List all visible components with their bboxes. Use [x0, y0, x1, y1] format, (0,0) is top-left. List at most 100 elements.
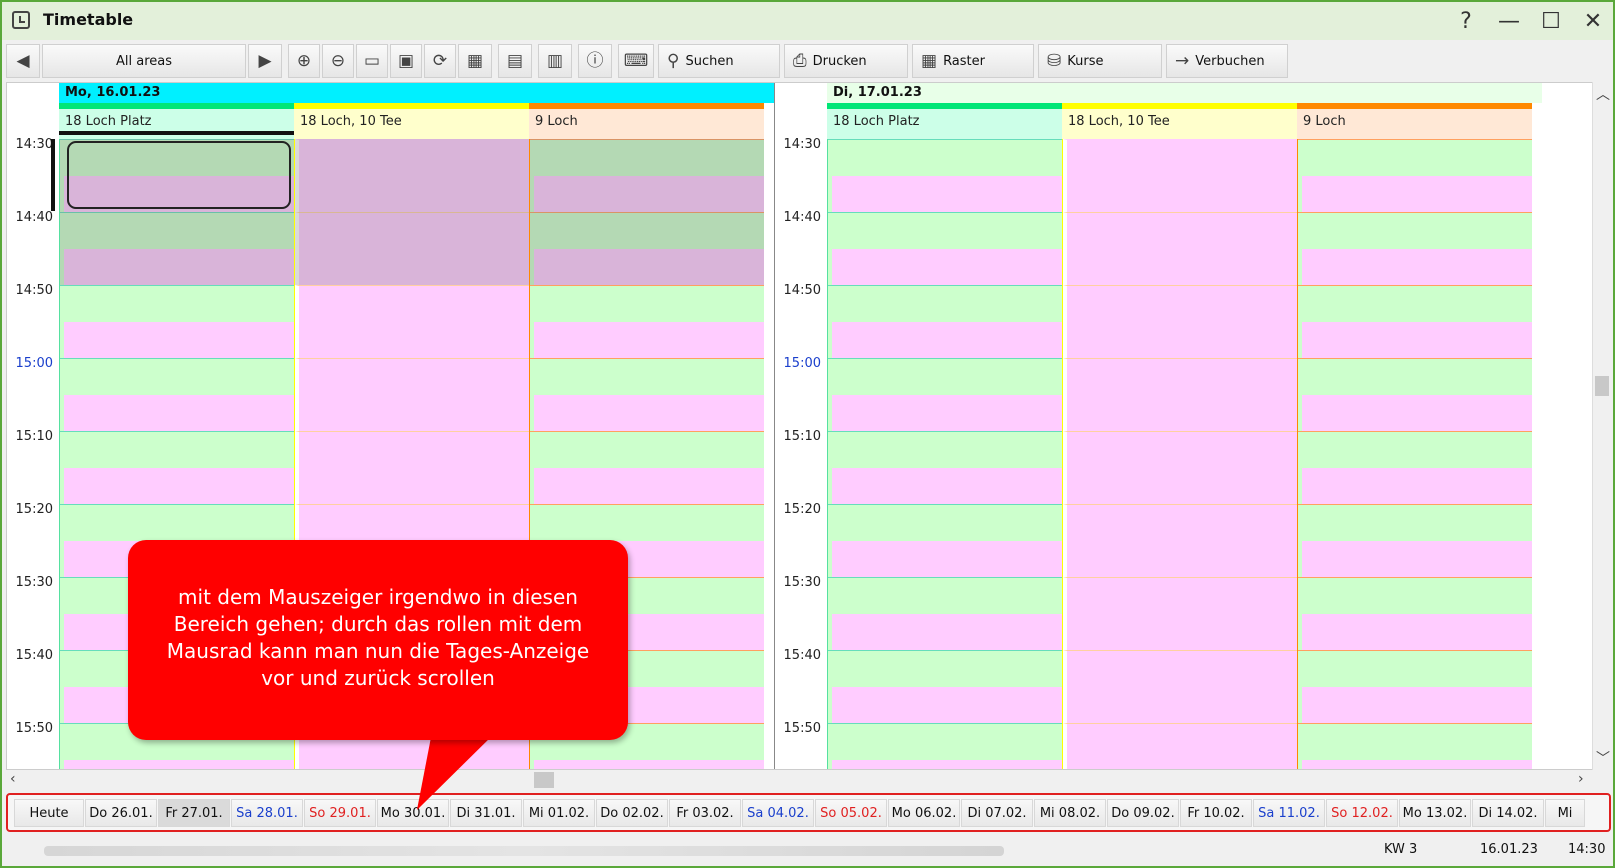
time-slot[interactable] [828, 322, 1062, 358]
keyboard-button[interactable]: ⌨ [618, 44, 654, 78]
date-tab[interactable]: Fr 27.01. [158, 799, 230, 827]
horizontal-scrollbar[interactable]: ‹ › [6, 770, 1592, 790]
date-tab[interactable]: Di 07.02. [961, 799, 1033, 827]
horizontal-scroll-thumb[interactable] [534, 772, 554, 788]
date-tab[interactable]: So 12.02. [1326, 799, 1398, 827]
time-slot[interactable] [828, 504, 1062, 541]
time-slot[interactable] [530, 431, 764, 468]
calendar-button[interactable]: ▤ [498, 44, 532, 78]
date-tab[interactable]: Do 09.02. [1107, 799, 1179, 827]
vertical-scrollbar[interactable]: ︿ ﹀ [1592, 82, 1611, 770]
date-tab[interactable]: Fr 03.02. [669, 799, 741, 827]
resource-column[interactable] [827, 139, 1062, 769]
date-tab[interactable]: Mi [1545, 799, 1585, 827]
time-slot[interactable] [1298, 358, 1532, 395]
time-slot[interactable] [530, 760, 764, 769]
time-slot[interactable] [1298, 285, 1532, 322]
courses-button[interactable]: ⛁ Kurse [1038, 44, 1162, 78]
selected-slot[interactable] [67, 141, 291, 209]
time-slot[interactable] [1298, 395, 1532, 431]
time-slot[interactable] [1063, 650, 1297, 723]
time-slot[interactable] [60, 468, 294, 504]
time-slot[interactable] [530, 468, 764, 504]
time-slot[interactable] [1298, 541, 1532, 577]
time-slot[interactable] [1298, 431, 1532, 468]
time-slot[interactable] [60, 322, 294, 358]
date-tab[interactable]: Fr 10.02. [1180, 799, 1252, 827]
scroll-right-icon[interactable]: › [1578, 771, 1584, 787]
zoom-out-button[interactable]: ⊖ [322, 44, 354, 78]
time-slot[interactable] [828, 176, 1062, 212]
time-slot[interactable] [530, 285, 764, 322]
time-slot[interactable] [828, 212, 1062, 249]
day-header[interactable]: Di, 17.01.23 [827, 83, 1542, 103]
vertical-scroll-thumb[interactable] [1595, 376, 1609, 396]
time-slot[interactable] [828, 760, 1062, 769]
date-tab[interactable]: Sa 04.02. [742, 799, 814, 827]
time-slot[interactable] [828, 468, 1062, 504]
date-tab[interactable]: Do 02.02. [596, 799, 668, 827]
time-slot[interactable] [60, 395, 294, 431]
time-slot[interactable] [828, 687, 1062, 723]
time-slot[interactable] [828, 249, 1062, 285]
time-slot[interactable] [828, 541, 1062, 577]
time-slot[interactable] [828, 358, 1062, 395]
time-slot[interactable] [1298, 176, 1532, 212]
today-button[interactable]: Heute [14, 799, 84, 827]
time-slot[interactable] [828, 650, 1062, 687]
date-tab[interactable]: So 05.02. [815, 799, 887, 827]
time-slot[interactable] [295, 285, 529, 358]
time-slot[interactable] [1298, 322, 1532, 358]
date-tab[interactable]: Mi 01.02. [523, 799, 595, 827]
zoom-in-button[interactable]: ⊕ [288, 44, 320, 78]
time-slot[interactable] [1063, 358, 1297, 431]
time-slot[interactable] [60, 358, 294, 395]
grid-button[interactable]: ▦ Raster [912, 44, 1034, 78]
time-slot[interactable] [1298, 614, 1532, 650]
time-slot[interactable] [530, 395, 764, 431]
scroll-up-icon[interactable]: ︿ [1596, 84, 1610, 104]
date-tab[interactable]: Mo 13.02. [1399, 799, 1471, 827]
table-view-button[interactable]: ▦ [458, 44, 492, 78]
time-slot[interactable] [295, 431, 529, 504]
time-slot[interactable] [1063, 139, 1297, 212]
time-slot[interactable] [1063, 577, 1297, 650]
close-button[interactable]: ✕ [1575, 6, 1611, 36]
day-header[interactable]: Mo, 16.01.23 [59, 83, 774, 103]
time-slot[interactable] [1298, 212, 1532, 249]
previous-area-button[interactable]: ◀ [6, 44, 40, 78]
time-slot[interactable] [1298, 650, 1532, 687]
time-slot[interactable] [1063, 431, 1297, 504]
scroll-down-icon[interactable]: ﹀ [1596, 748, 1610, 768]
time-slot[interactable] [1298, 760, 1532, 769]
scroll-left-icon[interactable]: ‹ [10, 771, 16, 787]
time-slot[interactable] [1298, 504, 1532, 541]
time-slot[interactable] [60, 504, 294, 541]
info-button[interactable]: ⓘ [578, 44, 612, 78]
time-slot[interactable] [530, 358, 764, 395]
next-area-button[interactable]: ▶ [248, 44, 282, 78]
time-slot[interactable] [828, 395, 1062, 431]
cash-register-button[interactable]: ▥ [538, 44, 572, 78]
date-tab[interactable]: Di 14.02. [1472, 799, 1544, 827]
time-slot[interactable] [828, 285, 1062, 322]
time-slot[interactable] [295, 358, 529, 431]
date-tab[interactable]: So 29.01. [304, 799, 376, 827]
time-slot[interactable] [828, 577, 1062, 614]
time-slot[interactable] [60, 760, 294, 769]
time-slot[interactable] [828, 614, 1062, 650]
time-slot[interactable] [828, 431, 1062, 468]
time-slot[interactable] [1298, 249, 1532, 285]
page-plus-button[interactable]: ▣ [390, 44, 422, 78]
time-slot[interactable] [1063, 285, 1297, 358]
book-button[interactable]: → Verbuchen [1166, 44, 1288, 78]
resource-column[interactable] [1062, 139, 1297, 769]
time-slot[interactable] [1063, 723, 1297, 769]
date-tab[interactable]: Sa 28.01. [231, 799, 303, 827]
time-slot[interactable] [828, 139, 1062, 176]
refresh-button[interactable]: ⟳ [424, 44, 456, 78]
time-slot[interactable] [1063, 504, 1297, 577]
date-tab[interactable]: Mo 06.02. [888, 799, 960, 827]
area-selector[interactable]: All areas [42, 44, 246, 78]
time-slot[interactable] [1298, 468, 1532, 504]
